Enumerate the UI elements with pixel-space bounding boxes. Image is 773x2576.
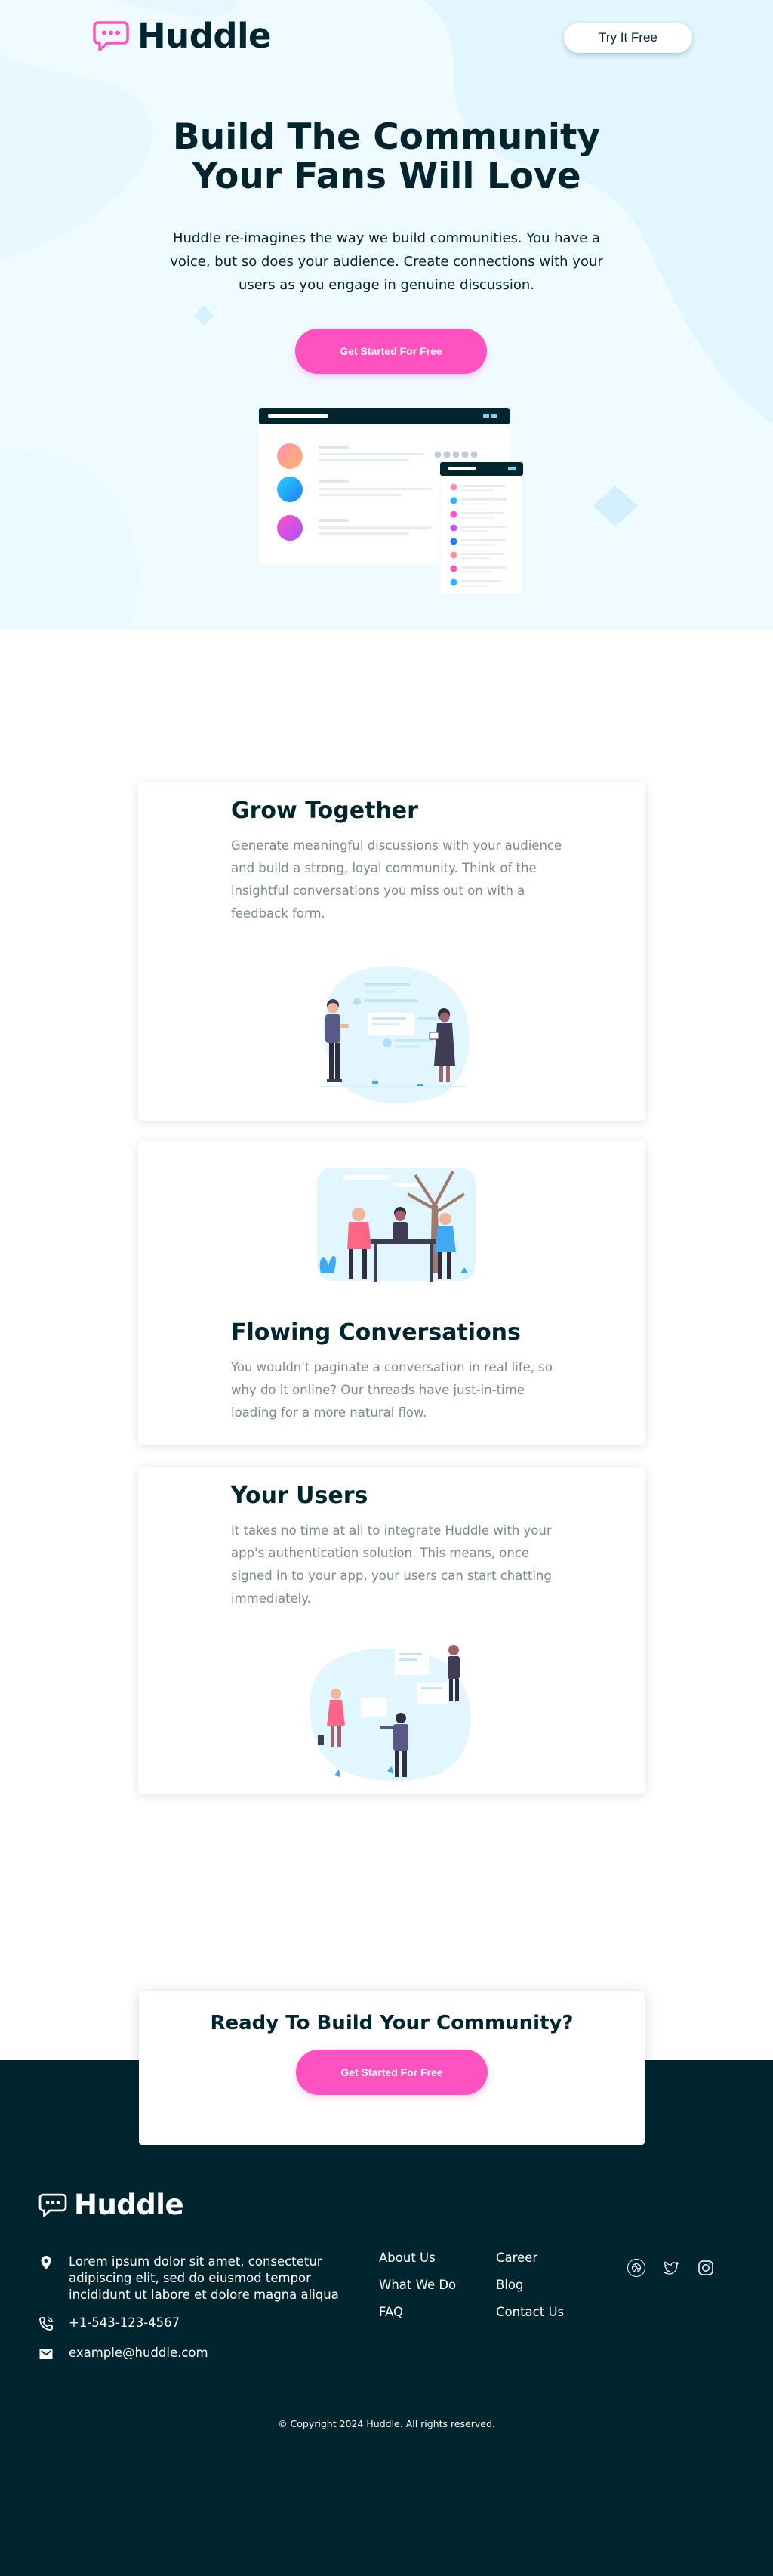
footer-phone: +1-543-123-4567 bbox=[38, 2315, 356, 2332]
grow-together-illustration bbox=[319, 966, 470, 1103]
speech-bubble-icon bbox=[38, 2193, 67, 2217]
email-text[interactable]: example@huddle.com bbox=[69, 2345, 356, 2362]
phone-text[interactable]: +1-543-123-4567 bbox=[69, 2315, 356, 2331]
cta-get-started-button[interactable]: Get Started For Free bbox=[296, 2050, 488, 2095]
footer-email: example@huddle.com bbox=[38, 2345, 356, 2362]
cta-card: Ready To Build Your Community? Get Start… bbox=[139, 1991, 645, 2145]
phone-icon bbox=[39, 2317, 53, 2331]
feature-card-grow-together: Grow Together Generate meaningful discus… bbox=[138, 782, 645, 1121]
footer-link-what-we-do[interactable]: What We Do bbox=[379, 2277, 456, 2294]
your-users-illustration bbox=[310, 1645, 471, 1782]
address-text: Lorem ipsum dolor sit amet, consectetur … bbox=[69, 2254, 339, 2302]
copyright-text: © Copyright 2024 Huddle. All rights rese… bbox=[278, 2418, 495, 2429]
dribbble-icon[interactable] bbox=[627, 2259, 645, 2277]
footer-link-contact-us[interactable]: Contact Us bbox=[496, 2304, 564, 2321]
app-mockup-illustration bbox=[259, 408, 524, 595]
feature-text: It takes no time at all to integrate Hud… bbox=[231, 1523, 552, 1606]
instagram-icon[interactable] bbox=[697, 2259, 715, 2277]
cta-title: Ready To Build Your Community? bbox=[210, 2012, 574, 2035]
feature-text: You wouldn't paginate a conversation in … bbox=[231, 1360, 553, 1420]
hero-section: Huddle Try It Free Build The Community Y… bbox=[0, 0, 773, 630]
footer-link-blog[interactable]: Blog bbox=[496, 2277, 523, 2294]
feature-title: Flowing Conversations bbox=[231, 1319, 521, 1346]
location-pin-icon bbox=[41, 2256, 51, 2269]
footer-logo-text: Huddle bbox=[74, 2189, 184, 2221]
flowing-conversations-illustration bbox=[317, 1168, 476, 1282]
feature-text: Generate meaningful discussions with you… bbox=[231, 838, 562, 921]
feature-title: Your Users bbox=[231, 1482, 368, 1509]
feature-card-flowing-conversations: Flowing Conversations You wouldn't pagin… bbox=[138, 1141, 645, 1445]
feature-title: Grow Together bbox=[231, 797, 418, 824]
email-icon bbox=[39, 2349, 53, 2359]
footer-link-faq[interactable]: FAQ bbox=[379, 2304, 403, 2321]
twitter-icon[interactable] bbox=[662, 2259, 680, 2277]
footer-link-about-us[interactable]: About Us bbox=[379, 2250, 436, 2266]
footer-link-career[interactable]: Career bbox=[496, 2250, 537, 2266]
footer-logo[interactable]: Huddle bbox=[38, 2189, 184, 2222]
footer-address: Lorem ipsum dolor sit amet, consectetur … bbox=[38, 2254, 356, 2303]
feature-card-your-users: Your Users It takes no time at all to in… bbox=[138, 1467, 645, 1794]
